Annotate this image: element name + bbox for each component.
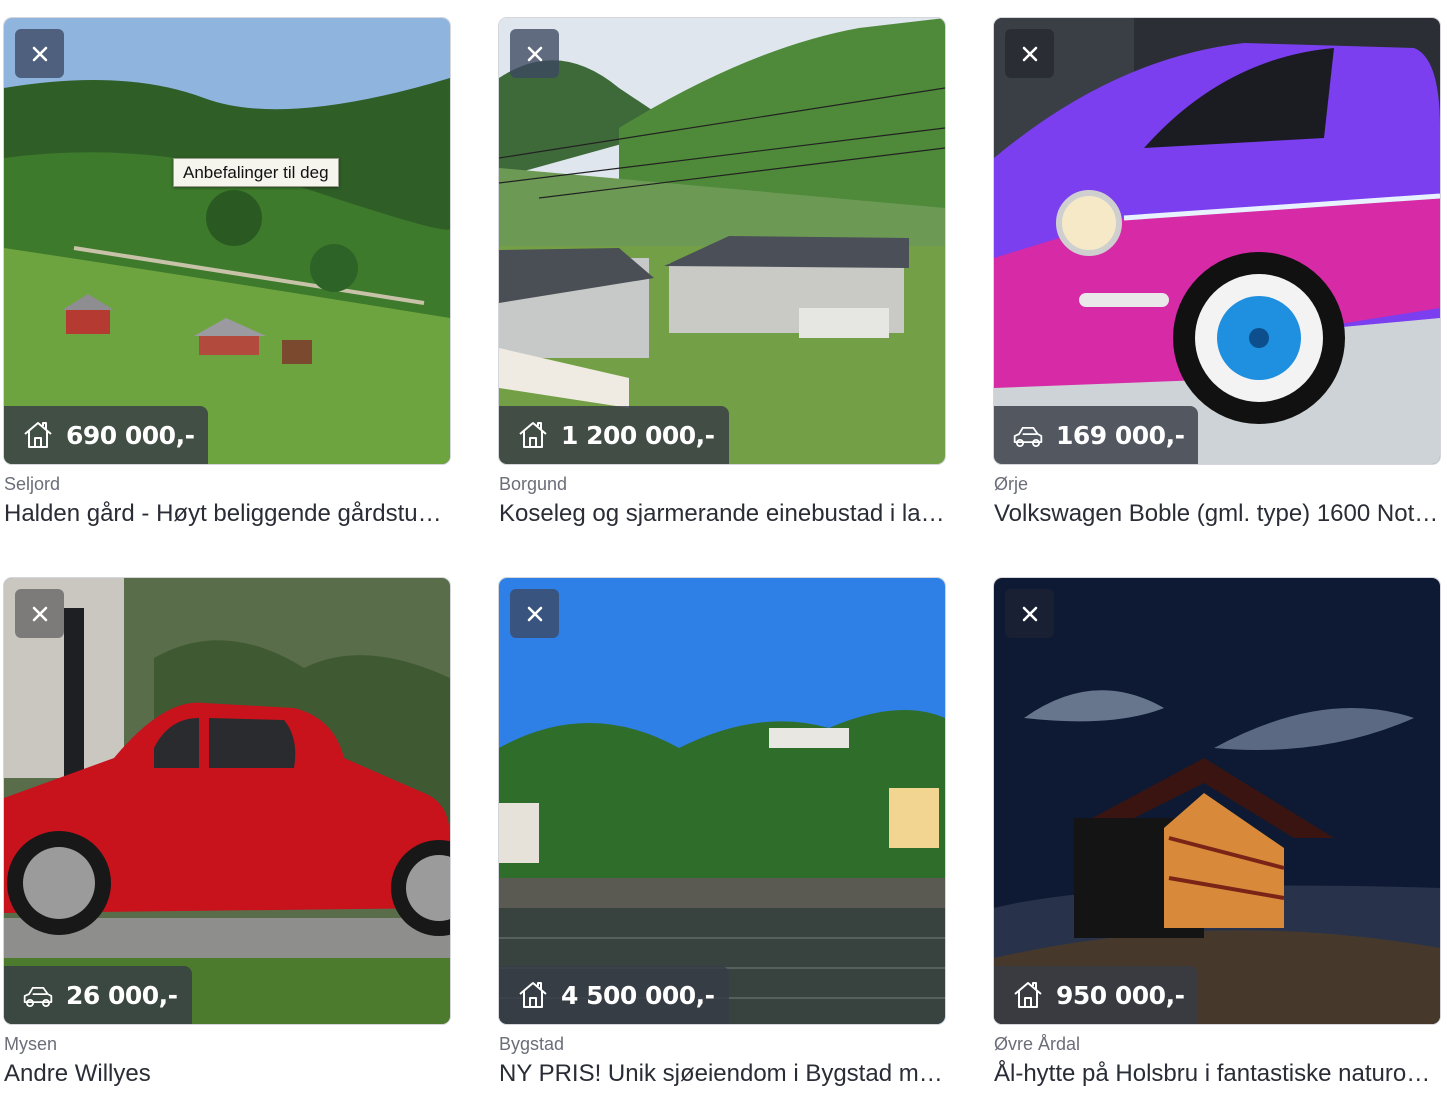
valley-house-photo: [499, 18, 945, 464]
listing-location: Ørje: [994, 474, 1029, 494]
price-value: 690 000,-: [66, 420, 195, 450]
close-icon: [32, 606, 47, 621]
car-icon: [1012, 419, 1044, 451]
farm-photo: [4, 18, 450, 464]
close-icon: [1022, 46, 1037, 61]
listing-image-cabin[interactable]: 950 000,-: [994, 578, 1440, 1024]
price-value: 1 200 000,-: [561, 420, 715, 450]
house-icon: [22, 419, 54, 451]
listing-card[interactable]: 169 000,- Ørje Volkswagen Boble (gml. ty…: [994, 18, 1440, 529]
listing-card[interactable]: 26 000,- Mysen Andre Willyes: [4, 578, 450, 1089]
vw-photo: [994, 18, 1440, 464]
listing-title[interactable]: Volkswagen Boble (gml. type) 1600 Notc..…: [994, 499, 1440, 529]
close-icon: [527, 606, 542, 621]
price-badge: 1 200 000,-: [499, 406, 729, 464]
listing-title[interactable]: Koseleg og sjarmerande einebustad i lan.…: [499, 499, 945, 529]
listing-location: Øvre Årdal: [994, 1034, 1081, 1054]
close-icon: [1022, 606, 1037, 621]
listing-title[interactable]: Halden gård - Høyt beliggende gårdstun .…: [4, 499, 450, 529]
close-button[interactable]: [1005, 589, 1054, 638]
listing-title[interactable]: NY PRIS! Unik sjøeiendom i Bygstad me...: [499, 1059, 945, 1089]
listing-card[interactable]: 690 000,- Anbefalinger til deg Seljord H…: [4, 18, 450, 529]
listing-image-seaside[interactable]: 4 500 000,-: [499, 578, 945, 1024]
listing-title[interactable]: Andre Willyes: [4, 1059, 450, 1089]
price-badge: 169 000,-: [994, 406, 1199, 464]
price-value: 169 000,-: [1056, 420, 1185, 450]
listing-image-red-car[interactable]: 26 000,-: [4, 578, 450, 1024]
listing-location: Seljord: [4, 474, 61, 494]
car-icon: [22, 979, 54, 1011]
red-car-photo: [4, 578, 450, 1024]
listing-title[interactable]: Ål-hytte på Holsbru i fantastiske naturo…: [994, 1059, 1440, 1089]
close-button[interactable]: [15, 589, 64, 638]
close-button[interactable]: [1005, 29, 1054, 78]
price-value: 4 500 000,-: [561, 980, 715, 1010]
house-icon: [517, 979, 549, 1011]
tooltip: Anbefalinger til deg: [173, 158, 339, 187]
seaside-photo: [499, 578, 945, 1024]
close-button[interactable]: [510, 589, 559, 638]
close-icon: [527, 46, 542, 61]
listing-location: Mysen: [4, 1034, 58, 1054]
listing-image-farm[interactable]: 690 000,- Anbefalinger til deg: [4, 18, 450, 464]
price-value: 26 000,-: [66, 980, 178, 1010]
listing-location: Bygstad: [499, 1034, 565, 1054]
listing-card[interactable]: 1 200 000,- Borgund Koseleg og sjarmeran…: [499, 18, 945, 529]
listing-card[interactable]: 950 000,- Øvre Årdal Ål-hytte på Holsbru…: [994, 578, 1440, 1089]
listing-location: Borgund: [499, 474, 568, 494]
close-button[interactable]: [15, 29, 64, 78]
listing-image-valley-house[interactable]: 1 200 000,-: [499, 18, 945, 464]
price-value: 950 000,-: [1056, 980, 1185, 1010]
price-badge: 4 500 000,-: [499, 966, 729, 1024]
listing-image-vw[interactable]: 169 000,-: [994, 18, 1440, 464]
close-icon: [32, 46, 47, 61]
price-badge: 690 000,-: [4, 406, 209, 464]
price-badge: 950 000,-: [994, 966, 1199, 1024]
house-icon: [517, 419, 549, 451]
close-button[interactable]: [510, 29, 559, 78]
house-icon: [1012, 979, 1044, 1011]
listing-card[interactable]: 4 500 000,- Bygstad NY PRIS! Unik sjøeie…: [499, 578, 945, 1089]
cabin-photo: [994, 578, 1440, 1024]
price-badge: 26 000,-: [4, 966, 192, 1024]
